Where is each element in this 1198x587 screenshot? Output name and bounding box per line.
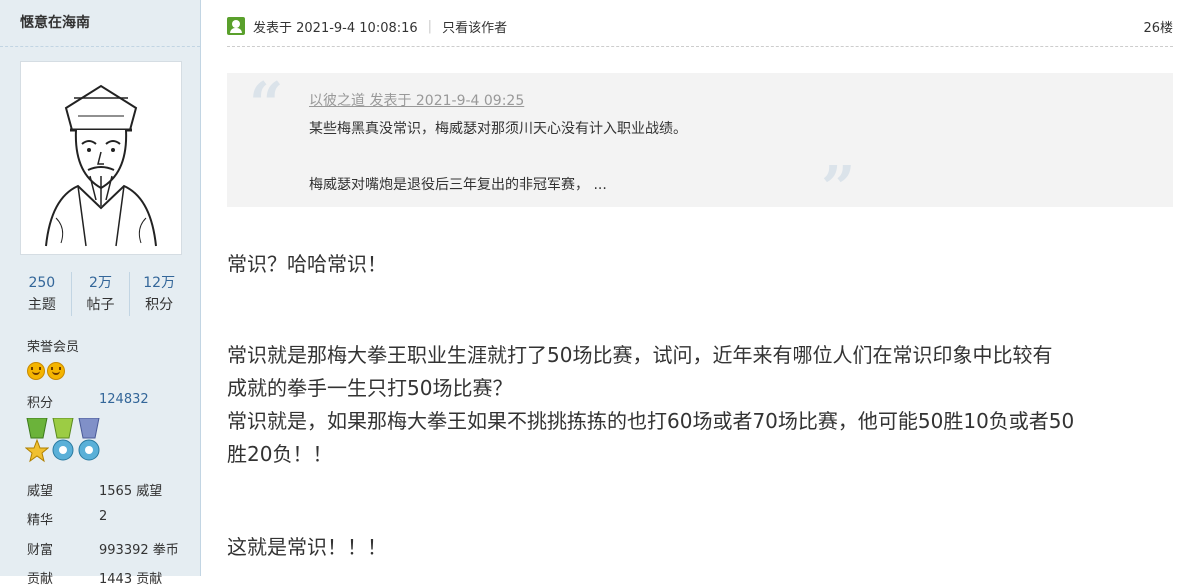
field-key: 精华: [27, 513, 54, 528]
quote-author: 以彼之道 发表于 2021-9-4 09:25: [309, 90, 524, 110]
quote-open-icon: “: [249, 70, 284, 140]
medals: [25, 418, 101, 464]
user-rank: 荣誉会员: [27, 340, 80, 355]
medal-icon[interactable]: [51, 418, 75, 464]
stat-points[interactable]: 12万 积分: [130, 272, 188, 316]
medal-icon[interactable]: [77, 418, 101, 464]
separator: |: [427, 18, 433, 34]
stat-value: 2万: [89, 275, 112, 291]
field-value: 993392 拳币: [99, 543, 179, 558]
quote-line: 梅威瑟对嘴炮是退役后三年复出的非冠军赛， ...: [309, 177, 607, 193]
smiley-icon: [47, 362, 65, 380]
author-name[interactable]: 惬意在海南: [0, 0, 200, 47]
avatar-portrait-icon: [45, 84, 157, 247]
field-key: 贡献: [27, 572, 54, 587]
avatar[interactable]: [20, 61, 182, 255]
field-value: 1565 威望: [99, 484, 163, 499]
post-date: 发表于 2021-9-4 10:08:16: [253, 20, 418, 36]
stat-label: 帖子: [86, 297, 115, 313]
quote-close-icon: ”: [821, 154, 856, 224]
post-paragraph: 胜20负！！: [227, 442, 333, 466]
online-user-icon: [227, 17, 245, 35]
field-contribution: 贡献 1443 贡献: [27, 568, 162, 587]
field-points: 积分 124832: [27, 392, 149, 411]
post-paragraph: 这就是常识！！！: [227, 535, 387, 559]
post-content: 发表于 2021-9-4 10:08:16 | 只看该作者 26楼 “ 以彼之道…: [201, 0, 1198, 576]
floor-number[interactable]: 26楼: [1143, 17, 1173, 36]
post-header: 发表于 2021-9-4 10:08:16 | 只看该作者 26楼: [227, 14, 1173, 38]
stat-posts[interactable]: 2万 帖子: [72, 272, 131, 316]
rank-stars: [27, 362, 65, 380]
header-divider: [227, 46, 1173, 47]
post-paragraph: 常识就是那梅大拳王职业生涯就打了50场比赛，试问，近年来有哪位人们在常识印象中比…: [227, 343, 1053, 367]
quote-author-link[interactable]: 以彼之道 发表于 2021-9-4 09:25: [309, 93, 524, 109]
smiley-icon: [27, 362, 45, 380]
stat-label: 积分: [145, 297, 174, 313]
field-essence: 精华 2: [27, 509, 107, 528]
quote-line: 某些梅黑真没常识，梅威瑟对那须川天心没有计入职业战绩。: [309, 121, 687, 137]
field-value[interactable]: 124832: [99, 392, 149, 411]
post-paragraph: 常识就是，如果那梅大拳王如果不挑挑拣拣的也打60场或者70场比赛，他可能50胜1…: [227, 409, 1075, 433]
author-stats: 250 主题 2万 帖子 12万 积分: [13, 272, 188, 316]
medal-icon[interactable]: [25, 418, 49, 464]
stat-topics[interactable]: 250 主题: [13, 272, 72, 316]
field-wealth: 财富 993392 拳币: [27, 539, 179, 558]
field-key: 积分: [27, 396, 54, 411]
field-key: 威望: [27, 484, 54, 499]
stat-label: 主题: [27, 297, 56, 313]
stat-value: 12万: [143, 275, 176, 291]
field-value: 1443 贡献: [99, 572, 163, 587]
post-paragraph: 常识？哈哈常识！: [227, 252, 387, 276]
stat-value: 250: [28, 275, 56, 291]
quote-block: “ 以彼之道 发表于 2021-9-4 09:25 某些梅黑真没常识，梅威瑟对那…: [227, 70, 1173, 219]
author-sidebar: 惬意在海南 250 主题 2万 帖子 12万 积分 荣誉会员 积分 124832…: [0, 0, 201, 587]
field-prestige: 威望 1565 威望: [27, 480, 162, 499]
field-key: 财富: [27, 543, 54, 558]
only-author-link[interactable]: 只看该作者: [442, 17, 507, 36]
post-paragraph: 成就的拳手一生只打50场比赛？: [227, 376, 513, 400]
field-value: 2: [99, 509, 108, 524]
